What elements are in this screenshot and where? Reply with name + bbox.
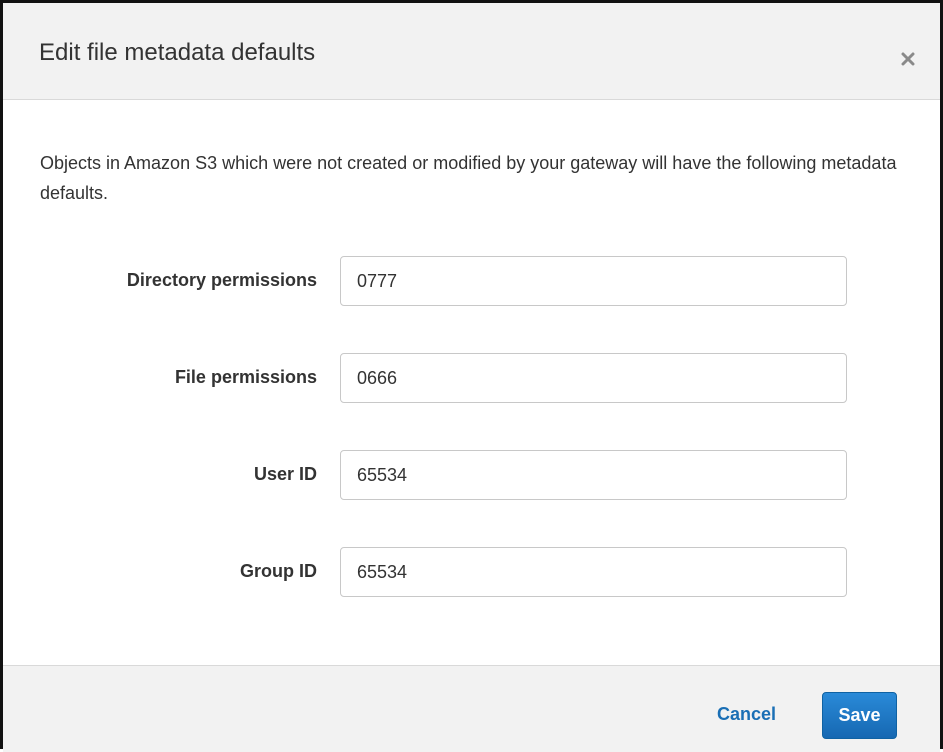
dialog-title: Edit file metadata defaults — [39, 39, 316, 66]
form-row-user-id: User ID — [3, 450, 940, 502]
save-button[interactable]: Save — [822, 692, 897, 739]
form-row-file-permissions: File permissions — [3, 353, 940, 405]
file-permissions-label: File permissions — [174, 367, 317, 387]
group-id-label: Group ID — [240, 561, 317, 581]
cancel-button[interactable]: Cancel — [703, 692, 790, 736]
dialog-footer: Cancel Save — [3, 665, 940, 752]
close-icon — [901, 52, 915, 66]
close-button[interactable] — [896, 47, 920, 71]
dialog-body: Objects in Amazon S3 which were not crea… — [3, 100, 940, 665]
user-id-label: User ID — [253, 464, 317, 484]
form-row-directory-permissions: Directory permissions — [3, 256, 940, 308]
form-row-group-id: Group ID — [3, 547, 940, 599]
file-permissions-input[interactable] — [340, 353, 847, 403]
edit-metadata-dialog: Edit file metadata defaults Objects in A… — [0, 0, 943, 752]
directory-permissions-input[interactable] — [340, 256, 847, 306]
dialog-description: Objects in Amazon S3 which were not crea… — [40, 153, 897, 203]
dialog-header: Edit file metadata defaults — [3, 3, 940, 100]
group-id-input[interactable] — [340, 547, 847, 597]
user-id-input[interactable] — [340, 450, 847, 500]
directory-permissions-label: Directory permissions — [126, 270, 317, 290]
